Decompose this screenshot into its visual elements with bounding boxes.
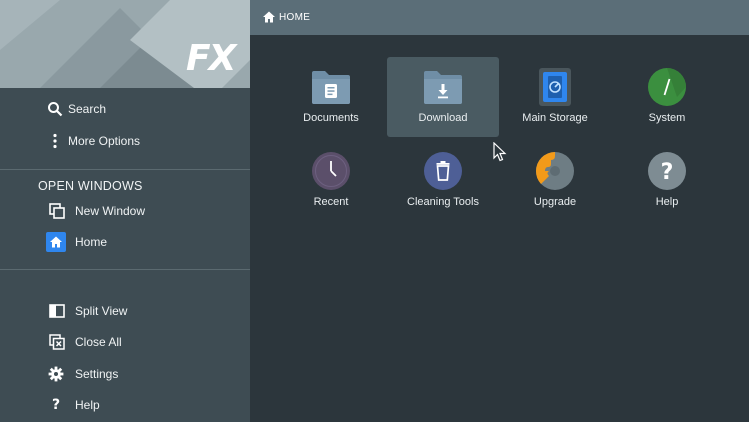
sidebar-item-more-options[interactable]: More Options xyxy=(0,127,250,155)
sidebar-item-close-all[interactable]: Close All xyxy=(0,328,250,356)
sidebar-item-label: Home xyxy=(75,235,108,249)
breadcrumb[interactable]: Home xyxy=(279,12,310,23)
new-window-icon xyxy=(48,202,66,220)
app-logo: FX xyxy=(186,38,236,79)
gear-icon xyxy=(47,365,65,383)
sidebar-item-help[interactable]: ? Help xyxy=(0,391,250,419)
sidebar-divider xyxy=(0,169,250,170)
trash-icon xyxy=(423,151,463,191)
open-windows-heading: OPEN WINDOWS xyxy=(38,179,143,193)
sidebar-item-home[interactable]: Home xyxy=(0,228,250,256)
tile-cleaning-tools[interactable]: Cleaning Tools xyxy=(387,141,499,221)
svg-text:?: ? xyxy=(661,160,674,185)
tile-main-storage[interactable]: Main Storage xyxy=(499,57,611,137)
tile-label: Recent xyxy=(313,196,349,208)
close-all-icon xyxy=(48,333,66,351)
system-root-icon xyxy=(647,67,687,107)
question-icon: ? xyxy=(51,397,61,413)
sidebar-item-label: Close All xyxy=(75,335,122,349)
puzzle-icon xyxy=(535,151,575,191)
clock-icon xyxy=(311,151,351,191)
tile-label: Documents xyxy=(303,112,359,124)
sidebar-item-label: Split View xyxy=(75,304,128,318)
tile-label: Cleaning Tools xyxy=(407,196,479,208)
breadcrumb-bar: Home xyxy=(250,0,749,35)
documents-folder-icon xyxy=(311,67,351,107)
sidebar-item-split-view[interactable]: Split View xyxy=(0,297,250,325)
sidebar: FX Search More Options OPEN WINDOWS New … xyxy=(0,0,250,422)
sidebar-item-label: Settings xyxy=(75,367,119,381)
sidebar-item-label: Help xyxy=(75,398,100,412)
tile-recent[interactable]: Recent xyxy=(275,141,387,221)
tile-label: Download xyxy=(418,112,468,124)
tile-label: Main Storage xyxy=(522,112,588,124)
app-banner: FX xyxy=(0,0,250,88)
sidebar-item-search[interactable]: Search xyxy=(0,95,250,123)
sidebar-item-label: New Window xyxy=(75,204,146,218)
home-icon[interactable] xyxy=(262,10,276,24)
tile-documents[interactable]: Documents xyxy=(275,57,387,137)
help-question-icon: ? xyxy=(647,151,687,191)
tile-label: System xyxy=(648,112,686,124)
tile-label: Upgrade xyxy=(533,196,577,208)
tile-download[interactable]: Download xyxy=(387,57,499,137)
mouse-cursor-icon xyxy=(493,142,507,162)
search-icon xyxy=(46,100,64,118)
sidebar-item-new-window[interactable]: New Window xyxy=(0,197,250,225)
sidebar-divider xyxy=(0,269,250,270)
tile-system[interactable]: System xyxy=(611,57,723,137)
download-folder-icon xyxy=(423,67,463,107)
sidebar-item-settings[interactable]: Settings xyxy=(0,360,250,388)
tile-upgrade[interactable]: Upgrade xyxy=(499,141,611,221)
sidebar-item-label: More Options xyxy=(68,134,141,148)
split-view-icon xyxy=(48,302,66,320)
more-vert-icon xyxy=(46,132,64,150)
home-icon xyxy=(46,232,66,252)
sidebar-item-label: Search xyxy=(68,102,107,116)
storage-icon xyxy=(535,67,575,107)
tile-label: Help xyxy=(655,196,679,208)
tile-help[interactable]: ? Help xyxy=(611,141,723,221)
